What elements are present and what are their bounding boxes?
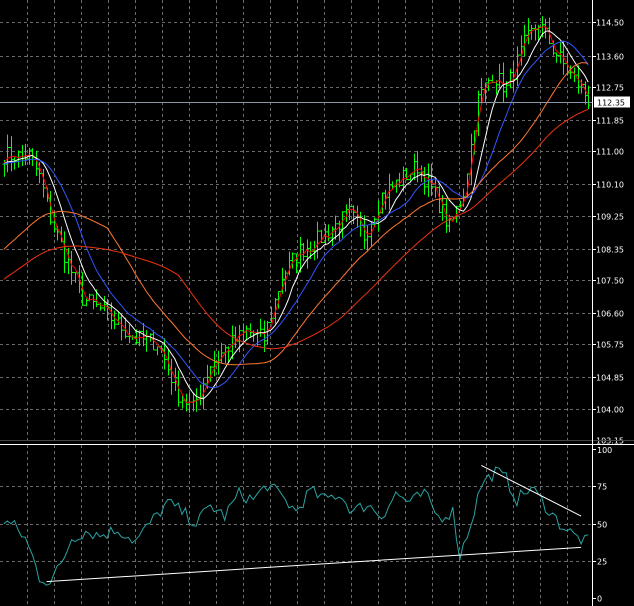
- osc-tick-label: 25: [597, 558, 607, 567]
- price-tick-label: 109.25: [596, 213, 624, 222]
- current-price-label: 112.35: [597, 99, 625, 108]
- price-tick-label: 111.85: [596, 117, 624, 126]
- price-tick-label: 104.85: [596, 374, 624, 383]
- price-tick-label: 111.00: [596, 148, 624, 157]
- price-tick-label: 108.35: [596, 246, 624, 255]
- price-tick-label: 113.60: [596, 53, 624, 62]
- price-tick-label: 110.10: [596, 181, 624, 190]
- price-tick-label: 107.50: [596, 277, 624, 286]
- osc-tick-label: 100: [597, 446, 612, 455]
- price-tick-label: 114.50: [596, 19, 624, 28]
- price-tick-label: 104.00: [596, 406, 624, 415]
- osc-tick-label: 0: [597, 595, 602, 604]
- price-tick-label: 106.60: [596, 310, 624, 319]
- current-price-marker: 112.35: [594, 96, 630, 108]
- price-tick-label: 105.75: [596, 341, 624, 350]
- price-tick-label: 112.75: [596, 84, 624, 93]
- chart: 114.50 113.60 112.75 111.85 111.00 110.10 109.…: [0, 0, 634, 606]
- chart-background: [0, 0, 634, 606]
- osc-tick-label: 50: [597, 521, 607, 530]
- osc-tick-label: 75: [597, 483, 607, 492]
